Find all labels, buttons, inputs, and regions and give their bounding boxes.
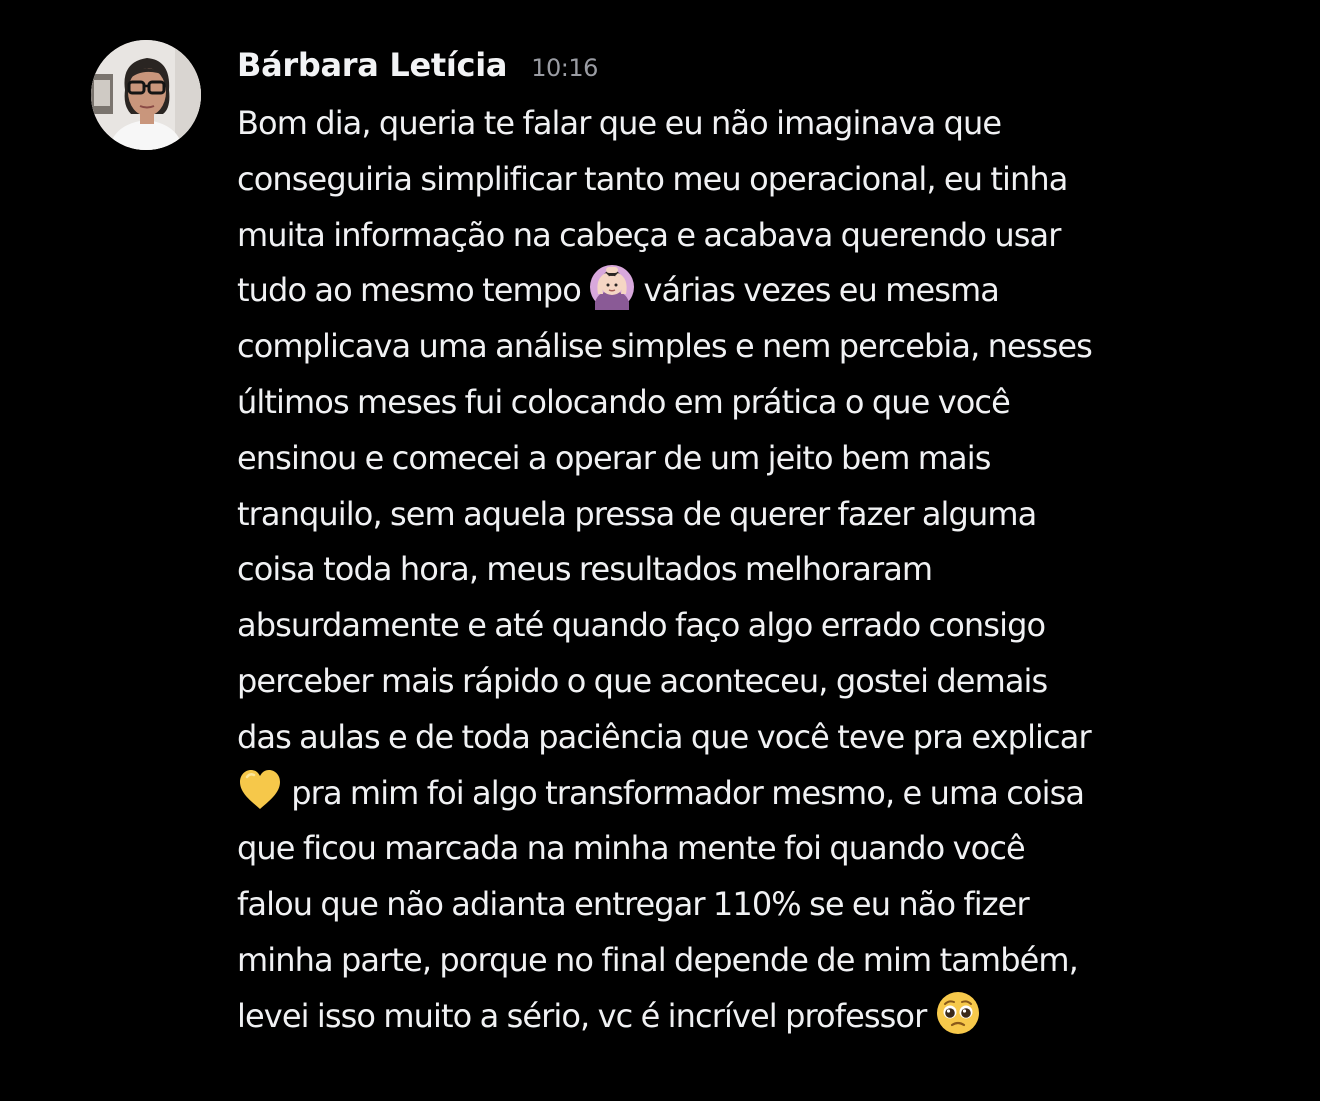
message-line: minha parte, porque no final depende de … [237, 933, 1297, 989]
avatar-photo [91, 40, 201, 150]
message-line: complicava uma análise simples e nem per… [237, 319, 1297, 375]
message-line: tranquilo, sem aquela pressa de querer f… [237, 487, 1297, 543]
line-text: Bom dia, queria te falar que eu não imag… [237, 104, 1002, 142]
message-line: que ficou marcada na minha mente foi qua… [237, 821, 1297, 877]
line-text: absurdamente e até quando faço algo erra… [237, 606, 1046, 645]
message-line: falou que não adianta entregar 110% se e… [237, 877, 1297, 933]
message-line: muita informação na cabeça e acabava que… [237, 208, 1297, 264]
avatar[interactable] [91, 40, 201, 150]
line-text: falou que não adianta entregar 110% se e… [237, 885, 1030, 924]
yellow-heart-emoji [237, 767, 283, 813]
author-name[interactable]: Bárbara Letícia [237, 46, 507, 84]
line-text: conseguiria simplificar tanto meu operac… [237, 159, 1068, 198]
line-text: complicava uma análise simples e nem per… [237, 327, 1093, 366]
message-line: últimos meses fui colocando em prática o… [237, 375, 1297, 431]
chat-message: Bárbara Letícia 10:16 Bom dia, queria te… [0, 0, 1320, 1101]
line-text: últimos meses fui colocando em prática o… [237, 382, 1011, 421]
line-text: coisa toda hora, meus resultados melhora… [237, 550, 933, 589]
message-line: coisa toda hora, meus resultados melhora… [237, 542, 1297, 598]
message-line: absurdamente e até quando faço algo erra… [237, 598, 1297, 654]
line-text: que ficou marcada na minha mente foi qua… [237, 829, 1026, 868]
line-text: minha parte, porque no final depende de … [237, 940, 1079, 979]
line-text: ensinou e comecei a operar de um jeito b… [237, 438, 991, 477]
line-text: pra mim foi algo transformador mesmo, e … [283, 773, 1085, 812]
line-text: levei isso muito a sério, vc é incrível … [237, 996, 935, 1035]
message-header: Bárbara Letícia 10:16 [237, 46, 598, 92]
message-text: Bom dia, queria te falar que eu não imag… [237, 96, 1297, 1045]
pleading-face-emoji [935, 990, 981, 1036]
line-text: tranquilo, sem aquela pressa de querer f… [237, 494, 1037, 533]
line-text: várias vezes eu mesma [635, 271, 1000, 310]
message-line: perceber mais rápido o que aconteceu, go… [237, 654, 1297, 710]
line-text: perceber mais rápido o que aconteceu, go… [237, 661, 1048, 700]
line-text: muita informação na cabeça e acabava que… [237, 215, 1061, 254]
message-line: ensinou e comecei a operar de um jeito b… [237, 431, 1297, 487]
message-line: conseguiria simplificar tanto meu operac… [237, 152, 1297, 208]
message-line: tudo ao mesmo tempo várias vezes eu mesm… [237, 263, 1297, 319]
message-line: levei isso muito a sério, vc é incrível … [237, 989, 1297, 1045]
woman-facepalm-emoji [589, 264, 635, 311]
message-line: das aulas e de toda paciência que você t… [237, 710, 1297, 766]
line-text: tudo ao mesmo tempo [237, 271, 590, 310]
message-line: pra mim foi algo transformador mesmo, e … [237, 766, 1297, 822]
timestamp: 10:16 [531, 54, 598, 82]
message-line: Bom dia, queria te falar que eu não imag… [237, 96, 1297, 152]
line-text: das aulas e de toda paciência que você t… [237, 717, 1092, 756]
